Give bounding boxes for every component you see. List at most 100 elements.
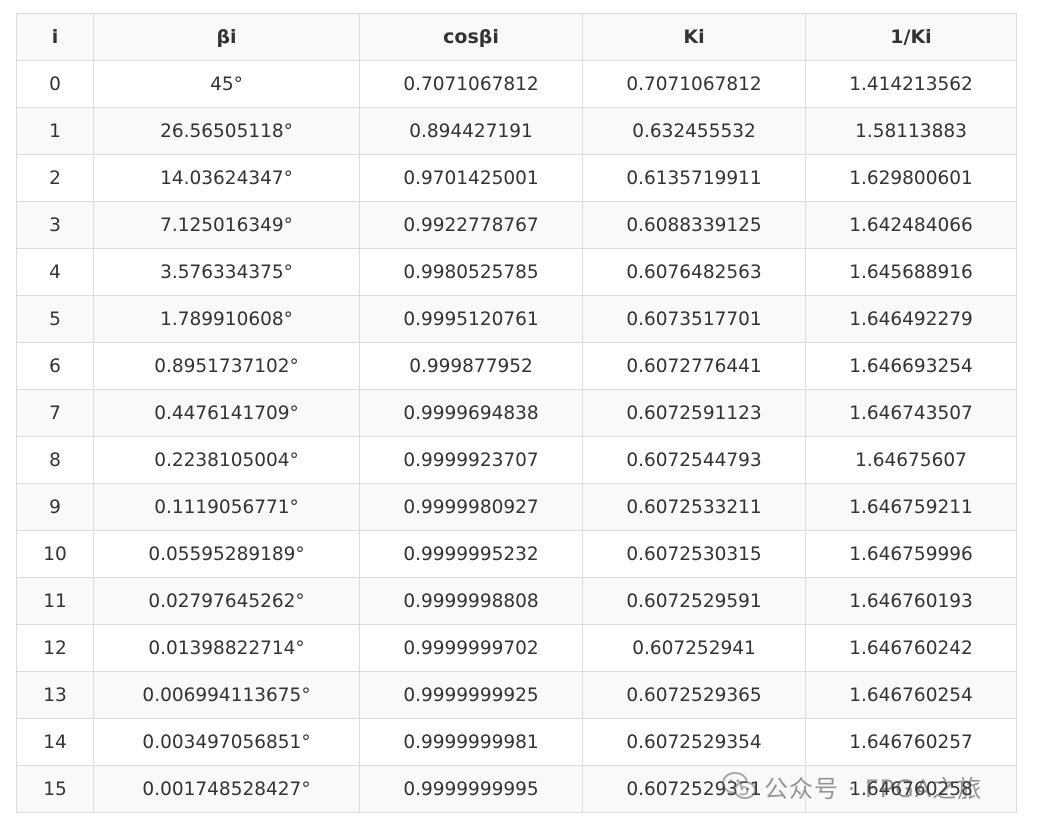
cell-beta: 0.003497056851° [93, 718, 360, 766]
table-row: 6 0.8951737102° 0.999877952 0.6072776441 1.6… [16, 342, 1017, 390]
cell-inverse-k: 1.414213562 [805, 60, 1017, 108]
cell-cos-beta: 0.9980525785 [359, 248, 583, 296]
cell-beta: 45° [93, 60, 360, 108]
cell-i: 5 [16, 295, 94, 343]
cell-inverse-k: 1.58113883 [805, 107, 1017, 155]
cell-inverse-k: 1.646492279 [805, 295, 1017, 343]
table-header-row: i βi cosβi Ki 1/Ki [16, 13, 1017, 61]
cell-inverse-k: 1.646760258 [805, 765, 1017, 813]
cell-cos-beta: 0.9999999995 [359, 765, 583, 813]
cell-beta: 7.125016349° [93, 201, 360, 249]
table-row: 8 0.2238105004° 0.9999923707 0.6072544793 1.… [16, 436, 1017, 484]
cell-cos-beta: 0.9999980927 [359, 483, 583, 531]
cell-k: 0.6072533211 [582, 483, 806, 531]
cell-k: 0.6072776441 [582, 342, 806, 390]
cell-inverse-k: 1.646759211 [805, 483, 1017, 531]
cordic-table-container: i βi cosβi Ki 1/Ki 0 45° 0.7071067812 0.707… [16, 13, 1017, 813]
table-row: 7 0.4476141709° 0.9999694838 0.6072591123 1.… [16, 389, 1017, 437]
cell-k: 0.6072530315 [582, 530, 806, 578]
cell-cos-beta: 0.9995120761 [359, 295, 583, 343]
cell-beta: 0.001748528427° [93, 765, 360, 813]
cell-beta: 0.006994113675° [93, 671, 360, 719]
table-row: 4 3.576334375° 0.9980525785 0.6076482563 1.6… [16, 248, 1017, 296]
cell-beta: 0.05595289189° [93, 530, 360, 578]
header-i: i [16, 13, 94, 61]
cell-i: 13 [16, 671, 94, 719]
cell-k: 0.6135719911 [582, 154, 806, 202]
cell-k: 0.6072529351 [582, 765, 806, 813]
cell-cos-beta: 0.9999995232 [359, 530, 583, 578]
header-cos-beta: cosβi [359, 13, 583, 61]
table-row: 2 14.03624347° 0.9701425001 0.6135719911 1.6… [16, 154, 1017, 202]
cell-cos-beta: 0.9701425001 [359, 154, 583, 202]
cell-k: 0.632455532 [582, 107, 806, 155]
cell-beta: 26.56505118° [93, 107, 360, 155]
cell-i: 8 [16, 436, 94, 484]
cell-inverse-k: 1.64675607 [805, 436, 1017, 484]
cell-k: 0.6072544793 [582, 436, 806, 484]
table-body: 0 45° 0.7071067812 0.7071067812 1.414213562 1… [16, 60, 1017, 813]
cell-inverse-k: 1.646693254 [805, 342, 1017, 390]
cell-i: 1 [16, 107, 94, 155]
header-k: Ki [582, 13, 806, 61]
table-row: 10 0.05595289189° 0.9999995232 0.6072530315… [16, 530, 1017, 578]
cell-beta: 14.03624347° [93, 154, 360, 202]
cell-cos-beta: 0.9999999702 [359, 624, 583, 672]
cell-inverse-k: 1.646760242 [805, 624, 1017, 672]
cell-i: 9 [16, 483, 94, 531]
cell-i: 2 [16, 154, 94, 202]
cell-inverse-k: 1.646760254 [805, 671, 1017, 719]
cell-k: 0.6072529354 [582, 718, 806, 766]
cell-i: 0 [16, 60, 94, 108]
table-row: 1 26.56505118° 0.894427191 0.632455532 1.581… [16, 107, 1017, 155]
cell-i: 3 [16, 201, 94, 249]
cell-k: 0.6072591123 [582, 389, 806, 437]
header-inverse-k: 1/Ki [805, 13, 1017, 61]
cell-cos-beta: 0.9999999925 [359, 671, 583, 719]
cell-i: 11 [16, 577, 94, 625]
cell-inverse-k: 1.629800601 [805, 154, 1017, 202]
cell-k: 0.7071067812 [582, 60, 806, 108]
table-row: 12 0.01398822714° 0.9999999702 0.607252941 1… [16, 624, 1017, 672]
cell-k: 0.6088339125 [582, 201, 806, 249]
table-row: 3 7.125016349° 0.9922778767 0.6088339125 1.6… [16, 201, 1017, 249]
table-row: 11 0.02797645262° 0.9999998808 0.6072529591… [16, 577, 1017, 625]
cell-k: 0.6076482563 [582, 248, 806, 296]
cell-k: 0.607252941 [582, 624, 806, 672]
cell-i: 15 [16, 765, 94, 813]
cell-inverse-k: 1.646760193 [805, 577, 1017, 625]
cell-beta: 0.1119056771° [93, 483, 360, 531]
cell-k: 0.6072529591 [582, 577, 806, 625]
cell-beta: 0.02797645262° [93, 577, 360, 625]
cell-i: 12 [16, 624, 94, 672]
cell-k: 0.6073517701 [582, 295, 806, 343]
cell-i: 4 [16, 248, 94, 296]
table-row: 15 0.001748528427° 0.9999999995 0.607252935… [16, 765, 1017, 813]
cell-cos-beta: 0.999877952 [359, 342, 583, 390]
cordic-table: i βi cosβi Ki 1/Ki 0 45° 0.7071067812 0.707… [16, 13, 1017, 813]
table-row: 13 0.006994113675° 0.9999999925 0.607252936… [16, 671, 1017, 719]
cell-beta: 0.01398822714° [93, 624, 360, 672]
cell-beta: 0.4476141709° [93, 389, 360, 437]
cell-i: 14 [16, 718, 94, 766]
header-beta: βi [93, 13, 360, 61]
table-row: 9 0.1119056771° 0.9999980927 0.6072533211 1.… [16, 483, 1017, 531]
cell-inverse-k: 1.642484066 [805, 201, 1017, 249]
cell-cos-beta: 0.7071067812 [359, 60, 583, 108]
cell-inverse-k: 1.645688916 [805, 248, 1017, 296]
cell-cos-beta: 0.9999923707 [359, 436, 583, 484]
cell-cos-beta: 0.9999999981 [359, 718, 583, 766]
cell-cos-beta: 0.9999998808 [359, 577, 583, 625]
cell-beta: 1.789910608° [93, 295, 360, 343]
cell-k: 0.6072529365 [582, 671, 806, 719]
cell-inverse-k: 1.646760257 [805, 718, 1017, 766]
table-row: 0 45° 0.7071067812 0.7071067812 1.414213562 [16, 60, 1017, 108]
cell-i: 10 [16, 530, 94, 578]
cell-beta: 0.2238105004° [93, 436, 360, 484]
table-row: 14 0.003497056851° 0.9999999981 0.607252935… [16, 718, 1017, 766]
cell-inverse-k: 1.646743507 [805, 389, 1017, 437]
cell-cos-beta: 0.9999694838 [359, 389, 583, 437]
cell-i: 6 [16, 342, 94, 390]
cell-cos-beta: 0.9922778767 [359, 201, 583, 249]
table-row: 5 1.789910608° 0.9995120761 0.6073517701 1.6… [16, 295, 1017, 343]
